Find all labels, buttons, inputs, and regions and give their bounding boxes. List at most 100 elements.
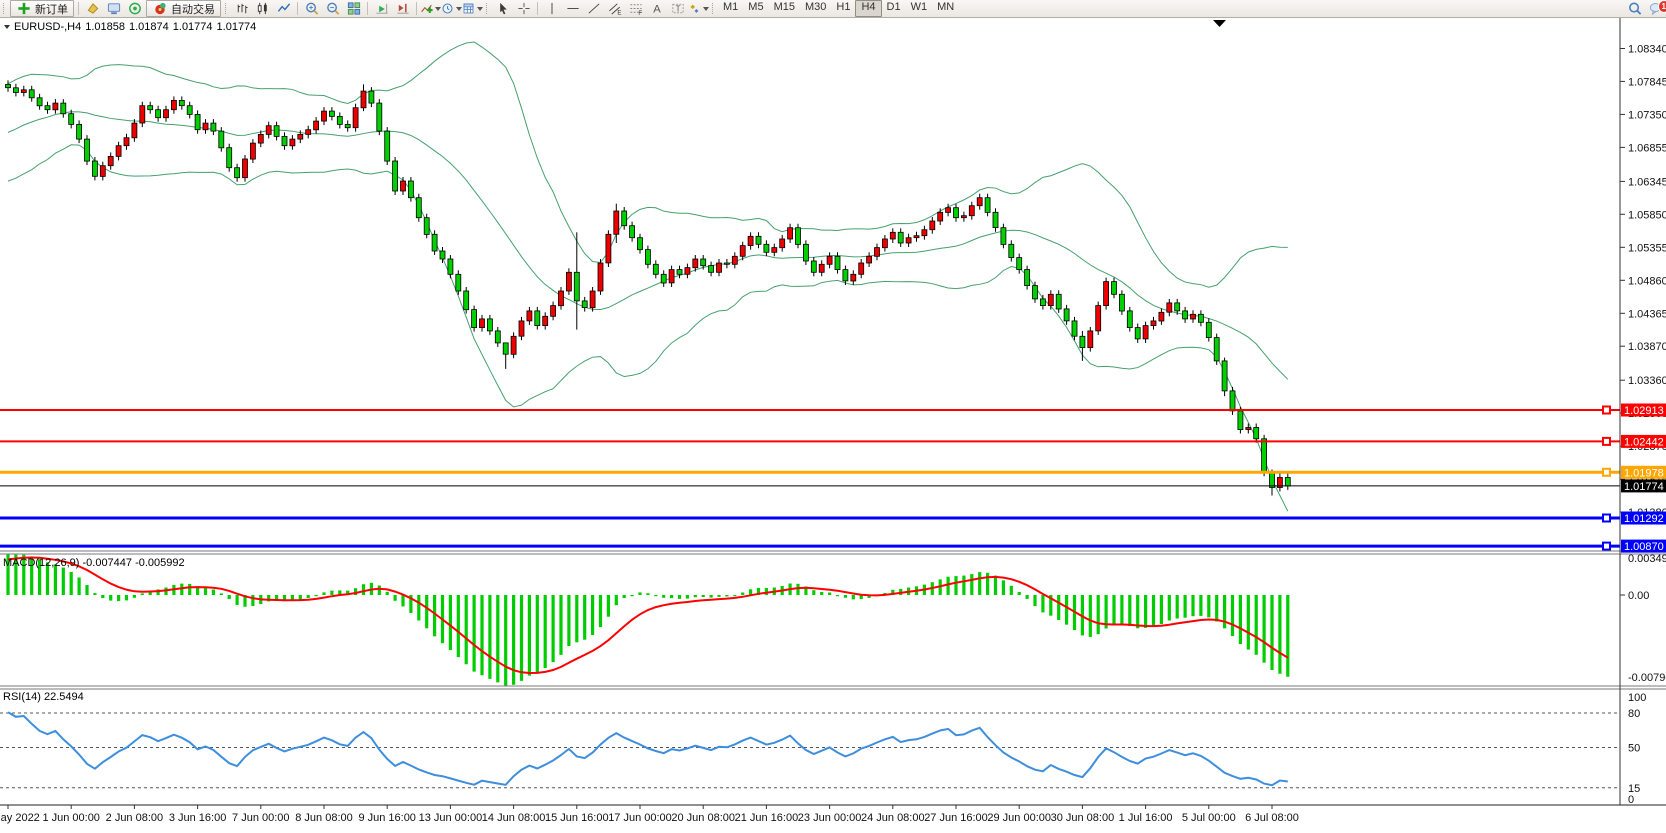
toolbar-separator (297, 2, 298, 15)
svg-text:1.01292: 1.01292 (1624, 513, 1664, 525)
svg-text:30 May 2022: 30 May 2022 (0, 812, 40, 824)
templates-button[interactable] (462, 1, 483, 16)
text-icon: A (649, 1, 665, 16)
zoom-out-button[interactable] (322, 1, 343, 16)
svg-text:0.00: 0.00 (1628, 590, 1649, 602)
bar-close: 1.01774 (217, 21, 257, 33)
notifications-button[interactable]: 1 (1645, 1, 1666, 16)
chart-shift-button[interactable] (392, 1, 413, 16)
svg-text:1.06345: 1.06345 (1628, 176, 1666, 188)
svg-text:14 Jun 08:00: 14 Jun 08:00 (482, 812, 546, 824)
crosshair-button[interactable] (513, 1, 534, 16)
cursor-button[interactable] (492, 1, 513, 16)
svg-text:2 Jun 08:00: 2 Jun 08:00 (106, 812, 164, 824)
timeframe-m15[interactable]: M15 (769, 0, 800, 15)
line-chart-button[interactable] (273, 1, 294, 16)
expert-advisor-button[interactable] (124, 1, 145, 16)
svg-text:1.02913: 1.02913 (1624, 405, 1664, 417)
zoom-out-icon (325, 1, 341, 16)
periods-button[interactable] (441, 1, 462, 16)
svg-text:80: 80 (1628, 708, 1640, 720)
zoom-in-button[interactable] (301, 1, 322, 16)
chart-symbol: EURUSD-,H4 (14, 21, 81, 33)
trend-line-icon (586, 1, 602, 16)
chart-object-button[interactable] (82, 1, 103, 16)
timeframe-m30[interactable]: M30 (800, 0, 831, 15)
toolbar-separator (416, 2, 417, 15)
price-tag-1.01292: 1.01292 (1621, 512, 1666, 526)
indicators-button[interactable] (420, 1, 441, 16)
svg-text:1 Jul 16:00: 1 Jul 16:00 (1119, 812, 1173, 824)
svg-text:13 Jun 00:00: 13 Jun 00:00 (419, 812, 483, 824)
terminal-icon (106, 1, 122, 16)
svg-text:9 Jun 16:00: 9 Jun 16:00 (358, 812, 416, 824)
svg-text:21 Jun 16:00: 21 Jun 16:00 (735, 812, 799, 824)
svg-text:6 Jul 08:00: 6 Jul 08:00 (1245, 812, 1299, 824)
price-tag-1.00870: 1.00870 (1621, 540, 1666, 554)
svg-text:17 Jun 00:00: 17 Jun 00:00 (608, 812, 672, 824)
svg-text:1 Jun 00:00: 1 Jun 00:00 (42, 812, 100, 824)
svg-text:29 Jun 00:00: 29 Jun 00:00 (987, 812, 1051, 824)
timeframe-w1[interactable]: W1 (906, 0, 933, 15)
svg-text:15: 15 (1628, 783, 1640, 795)
text-button[interactable]: A (646, 1, 667, 16)
horizontal-line-button[interactable] (562, 1, 583, 16)
auto-trading-button-label: 自动交易 (171, 1, 215, 17)
vertical-line-button[interactable] (541, 1, 562, 16)
periods-icon (441, 1, 454, 16)
bar-chart-button[interactable] (231, 1, 252, 16)
text-label-button[interactable]: T (667, 1, 688, 16)
bar-high: 1.01874 (129, 21, 169, 33)
tile-windows-button[interactable] (343, 1, 364, 16)
svg-text:1.07845: 1.07845 (1628, 76, 1666, 88)
svg-text:1.00870: 1.00870 (1624, 541, 1664, 553)
toolbar: 新订单 自动交易 E F A T M1M5M15M30H1H4D1W1MN 1 (0, 0, 1666, 18)
chart-title: EURUSD-,H41.018581.018741.017741.01774 (4, 21, 256, 33)
svg-text:23 Jun 00:00: 23 Jun 00:00 (798, 812, 862, 824)
chart-area[interactable]: 1.083401.078451.073501.068551.063451.058… (0, 0, 1666, 828)
svg-text:F: F (638, 10, 642, 16)
timeframe-d1[interactable]: D1 (882, 0, 906, 15)
timeframe-h4[interactable]: H4 (855, 0, 881, 17)
chart-dropdown-icon[interactable] (4, 25, 10, 29)
price-tag-1.01978: 1.01978 (1621, 466, 1666, 480)
trend-line-button[interactable] (583, 1, 604, 16)
price-tag-1.01774: 1.01774 (1621, 479, 1666, 493)
timeframe-mn[interactable]: MN (932, 0, 959, 15)
svg-text:T: T (675, 4, 680, 13)
toolbar-separator (78, 2, 79, 15)
cursor-icon (495, 1, 511, 16)
timeframe-h1[interactable]: H1 (831, 0, 855, 15)
toolbar-drag-handle (712, 3, 715, 14)
toolbar-drag-handle (225, 3, 228, 14)
arrows-icon (688, 1, 701, 16)
auto-scroll-button[interactable] (371, 1, 392, 16)
candlestick-chart-button[interactable] (252, 1, 273, 16)
svg-text:E: E (617, 10, 621, 16)
chart-shift-icon (395, 1, 411, 16)
horizontal-line-icon (565, 1, 581, 16)
svg-text:1.03360: 1.03360 (1628, 375, 1666, 387)
svg-text:1.03870: 1.03870 (1628, 341, 1666, 353)
fibonacci-icon: F (628, 1, 644, 16)
chart-object-icon (85, 1, 101, 16)
macd-values: -0.007447 -0.005992 (82, 557, 184, 569)
dropdown-caret-icon (703, 7, 709, 11)
fibonacci-button[interactable]: F (625, 1, 646, 16)
timeframe-m5[interactable]: M5 (743, 0, 768, 15)
search-button[interactable] (1624, 1, 1645, 16)
arrows-button[interactable] (688, 1, 709, 16)
toolbar-separator (537, 2, 538, 15)
svg-text:27 Jun 16:00: 27 Jun 16:00 (924, 812, 988, 824)
toolbar-drag-handle (486, 3, 489, 14)
terminal-button[interactable] (103, 1, 124, 16)
new-order-button[interactable]: 新订单 (10, 0, 74, 17)
timeframe-switcher: M1M5M15M30H1H4D1W1MN (718, 0, 959, 17)
svg-text:1.06855: 1.06855 (1628, 142, 1666, 154)
price-tag-1.02913: 1.02913 (1621, 404, 1666, 418)
svg-text:7 Jun 00:00: 7 Jun 00:00 (232, 812, 290, 824)
auto-trading-button[interactable]: 自动交易 (146, 0, 221, 17)
timeframe-m1[interactable]: M1 (718, 0, 743, 15)
auto-trading-icon (152, 1, 168, 16)
equidistant-channel-button[interactable]: E (604, 1, 625, 16)
